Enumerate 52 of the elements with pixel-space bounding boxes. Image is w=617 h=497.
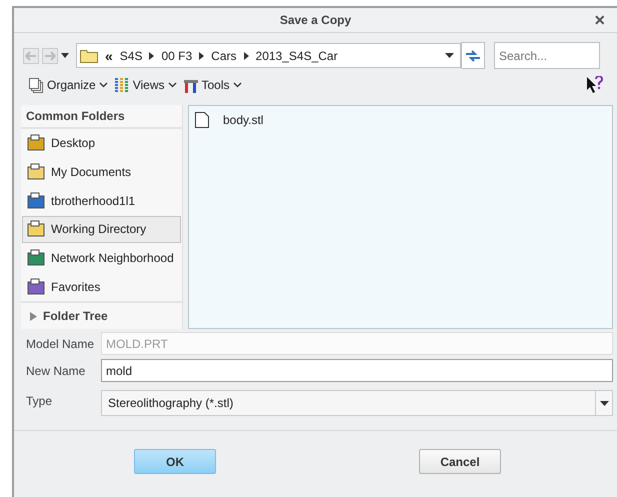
ok-button[interactable]: OK [134, 449, 216, 474]
breadcrumb[interactable]: 2013_S4S_Car [256, 48, 338, 62]
folder-icon [27, 220, 45, 238]
help-cursor-icon[interactable] [585, 76, 603, 94]
field-label: New Name [26, 364, 86, 378]
sidebar-item[interactable]: Favorites [22, 273, 181, 300]
type-dropdown[interactable]: Stereolithography (*.stl) [101, 390, 613, 416]
file-item[interactable]: body.stl [195, 112, 606, 128]
sidebar-item[interactable]: My Documents [22, 158, 181, 186]
sidebar-item[interactable]: Working Directory [22, 216, 181, 243]
sidebar-item[interactable]: Network Neighborhood [22, 244, 181, 272]
overflow-chevron[interactable]: « [105, 48, 113, 64]
swap-arrows-icon [465, 48, 481, 62]
caret-icon[interactable] [61, 53, 69, 58]
folder-icon [80, 48, 98, 63]
caret-icon[interactable] [600, 400, 608, 406]
toolbar-menu[interactable]: Organize [28, 77, 108, 93]
close-button[interactable]: × [594, 10, 605, 30]
triangle-icon [29, 312, 37, 321]
toolbar-menu[interactable]: Tools [182, 77, 242, 93]
folder-tree-toggle[interactable]: Folder Tree [21, 301, 182, 330]
sidebar-item[interactable]: tbrotherhood1l1 [22, 187, 181, 214]
pages-icon [28, 77, 44, 93]
sidebar-heading: Common Folders [21, 105, 182, 129]
chevron-down-icon [168, 82, 176, 88]
file-icon [195, 112, 209, 128]
chevron-icon[interactable] [149, 52, 154, 60]
folder-icon [27, 278, 45, 296]
chevron-down-icon [232, 82, 242, 88]
window-title: Save a Copy [280, 13, 352, 27]
folder-icon [27, 134, 45, 152]
breadcrumb[interactable]: 00 F3 [161, 48, 192, 62]
chevron-down-icon [98, 82, 108, 88]
address-bar[interactable]: « S4S 00 F3 Cars 2013_S4S_Car [76, 43, 461, 68]
cancel-button[interactable]: Cancel [419, 449, 501, 474]
sidebar-item[interactable]: Desktop [22, 130, 181, 157]
toolbar-menu[interactable]: Views [114, 77, 176, 93]
search-field[interactable]: Search... [494, 42, 600, 69]
grid-icon [114, 77, 130, 93]
breadcrumb[interactable]: Cars [211, 48, 237, 62]
field-label: Type [26, 394, 54, 408]
folder-icon [27, 163, 45, 181]
field-label: Model Name [26, 336, 96, 350]
refresh-button[interactable] [461, 42, 485, 69]
folder-icon [27, 249, 45, 268]
input-field[interactable]: mold [101, 359, 613, 382]
breadcrumb[interactable]: S4S [120, 48, 142, 62]
folder-icon [27, 192, 45, 210]
chevron-icon[interactable] [199, 52, 204, 60]
chevron-icon[interactable] [244, 52, 249, 60]
dropdown-caret-icon[interactable] [445, 53, 454, 58]
tools-icon [182, 77, 198, 93]
